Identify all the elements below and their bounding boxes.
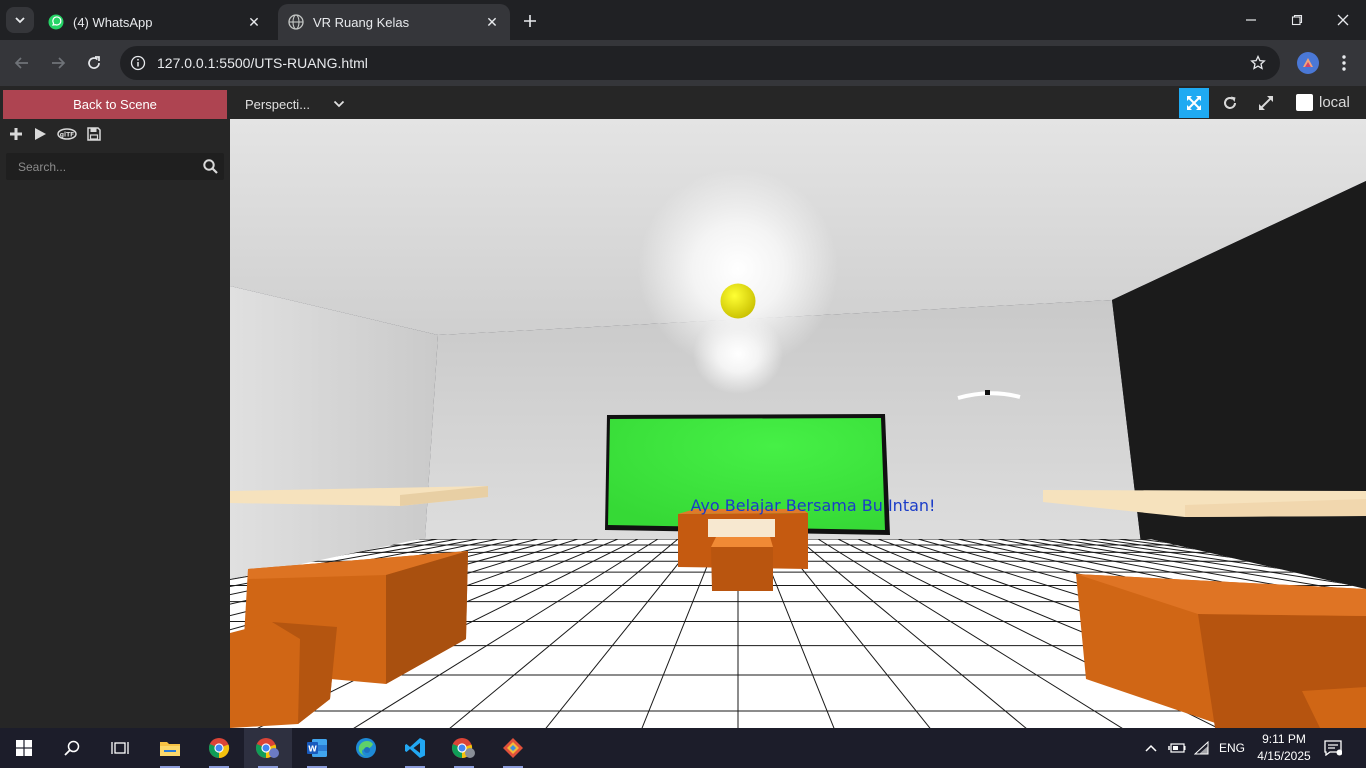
tab-vr-ruang-kelas[interactable]: VR Ruang Kelas ✕ <box>278 4 510 40</box>
close-icon <box>1337 14 1349 26</box>
chrome-icon <box>451 738 475 759</box>
camera-select-label: Perspecti... <box>245 96 311 112</box>
plus-icon <box>524 15 536 27</box>
taskbar-search-button[interactable] <box>48 728 96 768</box>
app-icon <box>503 738 523 758</box>
folder-icon <box>160 742 180 756</box>
translate-tool-button[interactable] <box>1179 88 1209 118</box>
wifi-icon <box>1194 741 1209 755</box>
clock-date: 4/15/2025 <box>1257 749 1311 763</box>
whatsapp-icon <box>48 14 64 30</box>
gltf-export-icon[interactable]: glTF <box>56 126 78 142</box>
forward-button[interactable] <box>45 50 71 76</box>
board-text: Ayo Belajar Bersama Bu Intan! <box>690 496 936 515</box>
back-to-scene-button[interactable]: Back to Scene <box>3 90 227 119</box>
browser-menu-button[interactable] <box>1334 52 1354 74</box>
site-info-icon[interactable] <box>128 53 148 73</box>
arrow-left-icon <box>14 57 28 69</box>
clock-time: 9:11 PM <box>1262 732 1306 746</box>
scene-canvas <box>230 119 1366 728</box>
globe-icon <box>288 14 304 30</box>
taskbar-edge[interactable] <box>342 728 390 768</box>
local-label: local <box>1319 94 1350 111</box>
tab-title: (4) WhatsApp <box>73 14 153 30</box>
minimize-icon <box>1246 19 1256 21</box>
play-icon[interactable] <box>32 126 48 142</box>
taskbar: W ENG 9:11 PM 4/15/2025 <box>0 728 1366 768</box>
rotate-tool-button[interactable] <box>1215 88 1245 118</box>
language-indicator[interactable]: ENG <box>1219 728 1245 768</box>
avatar-icon <box>1303 58 1313 67</box>
rotate-icon <box>1224 96 1236 109</box>
local-checkbox[interactable] <box>1296 94 1313 111</box>
chevron-up-icon <box>1145 744 1157 752</box>
entity-search-input[interactable] <box>6 153 192 180</box>
edge-icon <box>356 738 376 758</box>
network-indicator[interactable] <box>1194 728 1210 768</box>
screen: (4) WhatsApp ✕ VR Ruang Kelas ✕ 127.0.0.… <box>0 0 1366 768</box>
restore-button[interactable] <box>1274 0 1320 40</box>
tray-overflow-button[interactable] <box>1144 728 1158 768</box>
battery-icon <box>1168 743 1186 753</box>
new-tab-button[interactable] <box>518 10 542 32</box>
reload-button[interactable] <box>81 50 107 76</box>
taskbar-vscode[interactable] <box>391 728 439 768</box>
save-icon[interactable] <box>86 126 102 142</box>
entity-search <box>6 153 224 180</box>
taskbar-chrome[interactable] <box>195 728 243 768</box>
add-entity-icon[interactable] <box>8 126 24 142</box>
svg-text:glTF: glTF <box>60 132 75 139</box>
url-path: :5500/UTS-RUANG.html <box>215 55 368 71</box>
profile-avatar[interactable] <box>1297 52 1319 74</box>
expand-icon <box>1259 96 1273 110</box>
vscode-icon <box>405 738 425 758</box>
tab-title: VR Ruang Kelas <box>313 14 410 30</box>
search-icon[interactable] <box>202 158 218 174</box>
inspector-panel: Back to Scene glTF <box>0 86 230 728</box>
scene-viewport[interactable]: Ayo Belajar Bersama Bu Intan! <box>230 119 1366 728</box>
chrome-icon <box>208 738 230 759</box>
viewport-toolbar: Perspecti... local <box>230 86 1366 119</box>
move-arrows-icon <box>1187 96 1201 110</box>
tab-search-button[interactable] <box>6 7 34 33</box>
back-button[interactable] <box>9 50 35 76</box>
chrome-icon <box>255 738 279 759</box>
notification-icon <box>1324 740 1342 756</box>
svg-text:W: W <box>308 745 317 754</box>
taskbar-chrome-profile[interactable] <box>244 728 292 768</box>
clock[interactable]: 9:11 PM 4/15/2025 <box>1254 731 1314 765</box>
scale-tool-button[interactable] <box>1251 88 1281 118</box>
close-icon[interactable]: ✕ <box>484 14 500 30</box>
start-button[interactable] <box>0 728 48 768</box>
arrow-right-icon <box>52 57 66 69</box>
windows-icon <box>16 740 32 756</box>
minimize-button[interactable] <box>1228 0 1274 40</box>
url-host: 127.0.0.1 <box>157 55 216 71</box>
chevron-down-icon <box>333 100 345 108</box>
inspector-tools: glTF <box>8 126 102 142</box>
url-text: 127.0.0.1:5500/UTS-RUANG.html <box>157 55 368 71</box>
more-vertical-icon <box>1342 55 1346 71</box>
restore-icon <box>1291 14 1303 26</box>
chevron-down-icon <box>15 17 25 24</box>
word-icon: W <box>307 739 327 757</box>
notifications-button[interactable] <box>1324 728 1342 768</box>
address-bar[interactable]: 127.0.0.1:5500/UTS-RUANG.html <box>120 46 1280 80</box>
tab-strip: (4) WhatsApp ✕ VR Ruang Kelas ✕ <box>0 0 1366 40</box>
camera-select[interactable]: Perspecti... <box>245 95 345 113</box>
taskbar-app-colorful[interactable] <box>489 728 537 768</box>
tab-whatsapp[interactable]: (4) WhatsApp ✕ <box>38 4 272 40</box>
task-view-icon <box>111 742 129 754</box>
battery-indicator[interactable] <box>1168 728 1186 768</box>
close-icon[interactable]: ✕ <box>246 14 262 30</box>
taskbar-word[interactable]: W <box>293 728 341 768</box>
task-view-button[interactable] <box>96 728 144 768</box>
reload-icon <box>88 56 100 69</box>
close-window-button[interactable] <box>1320 0 1366 40</box>
search-icon <box>64 740 80 756</box>
local-space-toggle[interactable]: local <box>1296 94 1350 111</box>
taskbar-chrome-second[interactable] <box>440 728 488 768</box>
bookmark-star-icon[interactable] <box>1248 53 1268 73</box>
taskbar-file-explorer[interactable] <box>146 728 194 768</box>
